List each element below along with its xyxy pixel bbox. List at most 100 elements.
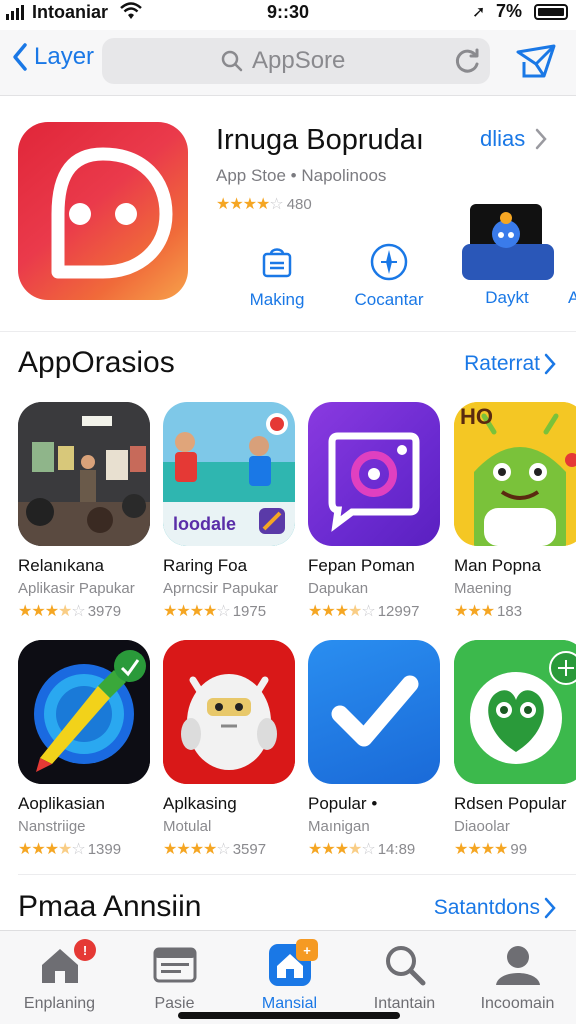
featured-more-label: dlias [480,126,526,151]
rating-stars: ★★★★☆ [18,841,86,858]
app-card[interactable]: Rdsen Popular Diaoolar ★★★★ 99 [454,640,576,859]
search-field[interactable]: AppSore [102,38,490,84]
app-name: Fepan Poman [308,556,415,575]
app-card[interactable]: Aoplikasian Nanstriige ★★★★☆ 1399 [18,640,158,859]
see-all-link[interactable]: Raterrat [464,352,556,376]
search-icon [385,946,425,986]
status-bar: Intoaniar 9::30 ➚ 7% [0,0,576,26]
featured-app-icon[interactable] [18,122,188,300]
daykt-label: Daykt [485,288,529,307]
add-badge: + [296,939,318,961]
rating-stars: ★★★★☆ [18,603,86,620]
share-icon[interactable] [514,42,558,82]
rating-count: 183 [497,602,523,620]
tab-label: Mansial [261,995,318,1012]
section-divider [18,874,576,875]
see-all-link[interactable]: Satantdons [434,896,556,920]
featured-app-subtitle: App Stoe • Napolinoos [216,166,387,185]
app-name: Relanıkana [18,556,105,575]
app-name: Raring Foa [163,556,248,575]
making-action[interactable]: Making [222,240,332,310]
checkmark-icon [308,640,440,784]
navigation-bar: Layer AppSore [0,30,576,96]
rating-count: 480 [286,195,312,213]
app-card[interactable]: Relanıkana Aplikasir Papukar ★★★★☆ 3979 [18,402,158,621]
rating-count: 12997 [377,602,420,620]
app-rating: ★★★★☆ 3597 [163,839,303,859]
robot-app-icon [462,204,554,280]
icon-caption: loodale [173,514,237,534]
chevron-left-icon [13,43,27,71]
featured-app-rating: ★★★★☆ 480 [216,194,312,214]
back-button-label: Layer [34,43,95,70]
tab-bar: ! Enplaning Pasie + Mansial Intantain In… [0,930,576,1024]
app-name: Rdsen Popular [454,794,567,813]
section-apporasios-header: AppOrasios Raterrat [0,346,576,386]
home-indicator[interactable] [178,1012,400,1019]
notification-badge: ! [74,939,96,961]
rating-stars: ★★★★☆ [163,603,231,620]
featured-more-link[interactable]: dlias [480,126,547,152]
see-all-label: Raterrat [464,352,540,375]
app-rating: ★★★★ 99 [454,839,576,859]
android-robot-icon: HO [454,402,576,546]
daykt-app-icon[interactable] [462,202,554,280]
app-card[interactable]: loodale Raring Foa Aprncsir Papukar ★★★★… [163,402,303,621]
making-action-label: Making [249,290,305,309]
app-rating: ★★★★☆ 14:89 [308,839,448,859]
battery-icon [534,4,568,20]
section-title: Pmaa Annsiin [18,890,202,923]
app-category: Diaoolar [454,818,510,835]
app-card[interactable]: Aplkasing Motulal ★★★★☆ 3597 [163,640,303,859]
white-robot-icon [163,640,295,784]
app-category: Aplikasir Papukar [18,580,135,597]
app-category: Motulal [163,818,212,835]
green-face-icon [454,640,576,784]
cocantar-action-label: Cocantar [354,290,424,309]
gallery-scene-icon [18,402,150,546]
compass-pencil-icon [18,640,150,784]
refresh-icon[interactable] [454,47,482,75]
rating-stars: ★★★★☆ [308,603,376,620]
app-category: Aprncsir Papukar [163,580,279,597]
battery-percent: 7% [496,1,523,21]
tab-intantain[interactable]: Intantain [347,939,462,1013]
tab-label: Enplaning [23,995,96,1012]
search-placeholder: AppSore [252,47,346,74]
app-row-1: Relanıkana Aplikasir Papukar ★★★★☆ 3979 … [0,402,576,634]
tab-enplaning[interactable]: ! Enplaning [2,939,117,1013]
app-name: Popular • [308,794,378,813]
partial-action-label: A [568,288,576,307]
tab-pasie[interactable]: Pasie [117,939,232,1013]
browser-window-icon [153,947,196,983]
app-name: Man Popna [454,556,541,575]
app-category: Maening [454,580,512,597]
cocantar-action[interactable]: Cocantar [334,240,444,310]
tab-mansial[interactable]: + Mansial [232,939,347,1013]
section-title: AppOrasios [18,346,175,379]
app-category: Maınigan [308,818,370,835]
location-arrow-icon: ➚ [472,4,486,21]
tab-incoomain[interactable]: Incoomain [460,939,575,1013]
back-button[interactable]: Layer [12,42,94,72]
rating-count: 99 [510,840,528,858]
search-icon [221,50,243,72]
rating-stars: ★★★★☆ [308,841,376,858]
app-rating: ★★★★☆ 12997 [308,601,448,621]
rating-stars: ★★★★ [454,841,508,858]
rating-count: 3979 [87,602,122,620]
featured-app: Irnuga Boprudaı App Stoe • Napolinoos ★★… [0,100,576,332]
rating-count: 3597 [232,840,267,858]
app-card[interactable]: Popular • Maınigan ★★★★☆ 14:89 [308,640,448,859]
app-name: Aoplikasian [18,794,105,813]
app-rating: ★★★★☆ 3979 [18,601,158,621]
rating-stars: ★★★ [454,603,495,620]
app-card[interactable]: Fepan Poman Dapukan ★★★★☆ 12997 [308,402,448,621]
app-rating: ★★★★☆ 1975 [163,601,303,621]
compass-icon [370,243,408,281]
app-card[interactable]: HO Man Popna Maening ★★★ 183 [454,402,576,621]
icon-caption: HO [460,404,493,429]
chat-face-icon [51,147,173,279]
app-name: Aplkasing [163,794,237,813]
rating-stars: ★★★★☆ [216,196,284,213]
